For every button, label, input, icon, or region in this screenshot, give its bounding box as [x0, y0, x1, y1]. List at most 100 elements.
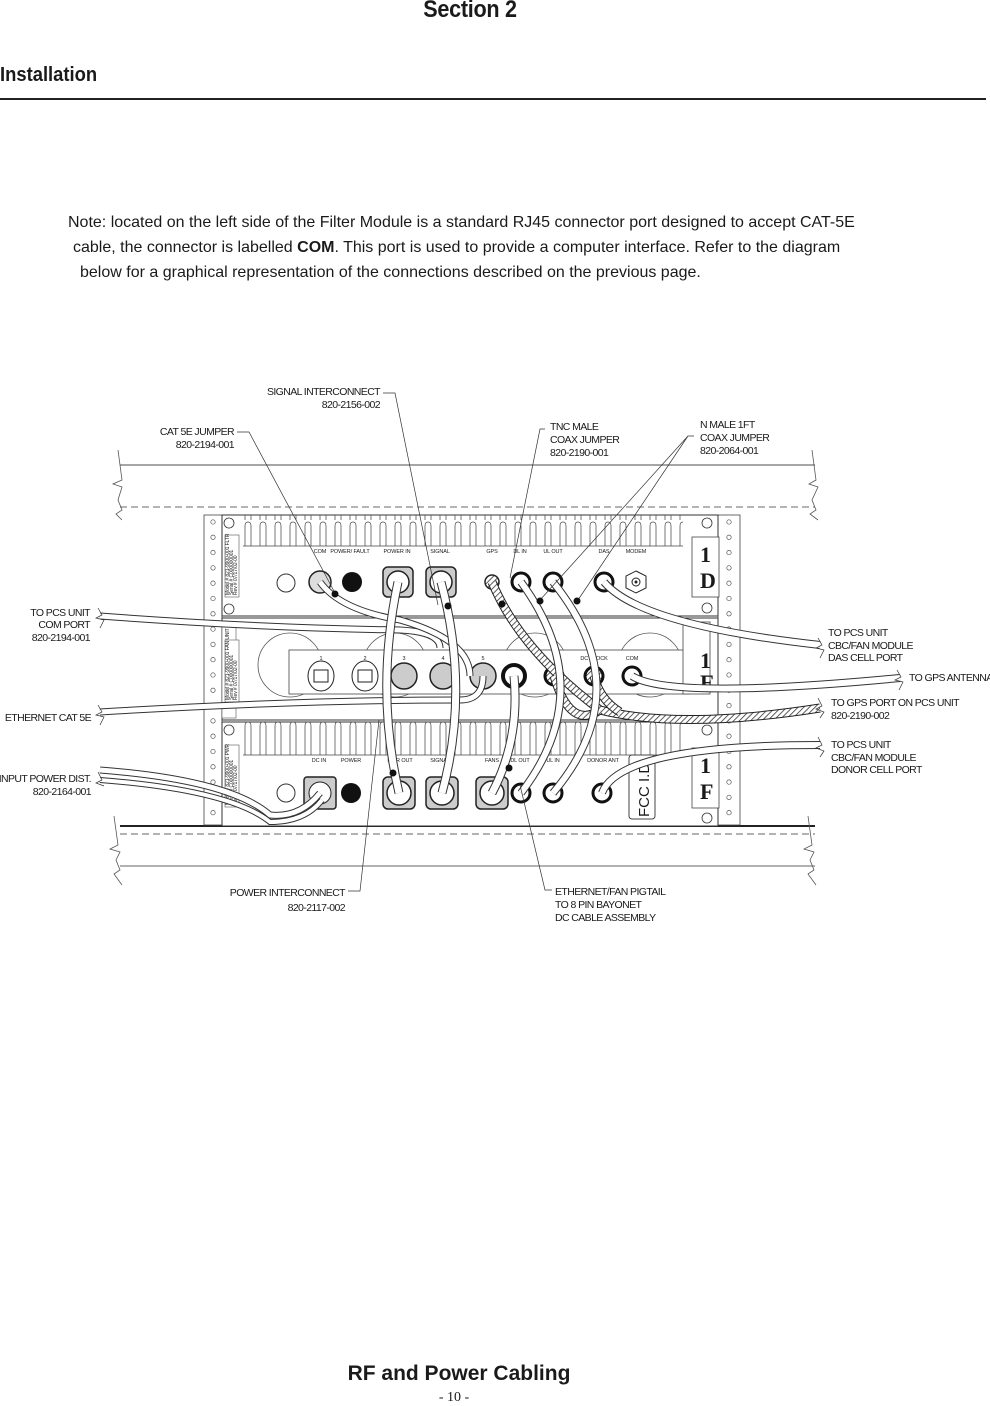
rack-hole — [726, 565, 732, 571]
chapter-title: Installation — [0, 64, 98, 86]
port-label-3: 3 — [403, 656, 406, 662]
svg-text:Rev # 07/17/02-00: Rev # 07/17/02-00 — [233, 660, 239, 700]
module-1d: Model # 821-9900-001 FLTR Serial # C0000… — [221, 514, 720, 617]
rack-hole — [210, 657, 216, 663]
callout-cat5e-jumper-part: 820-2194-001 — [176, 439, 235, 451]
port-label-ul-out: UL OUT — [543, 549, 563, 555]
callout-ethernet: ETHERNET CAT 5E — [5, 712, 92, 724]
power-fault-led — [342, 572, 362, 592]
callout-signal-interconnect-part: 820-2156-002 — [322, 399, 381, 411]
section-title: Section 2 — [423, 0, 517, 23]
port-3-connector — [390, 662, 418, 690]
callout-to-pcs-donor-line3: DONOR CELL PORT — [831, 764, 923, 776]
callout-to-pcs-donor-line2: CBC/FAN MODULE — [831, 752, 917, 764]
port-label-dc-in: DC IN — [312, 758, 327, 764]
callout-tnc-part: 820-2190-001 — [550, 447, 609, 459]
callout-input-power-part: 820-2164-001 — [33, 786, 92, 798]
rack-hole — [210, 534, 216, 540]
callout-to-pcs-com-line2: COM PORT — [38, 619, 91, 631]
callout-pigtail-line1: ETHERNET/FAN PIGTAIL — [555, 886, 666, 898]
note-line-2: cable, the connector is labelled COM. Th… — [68, 235, 963, 260]
port-label-donor-ant: DONOR ANT — [587, 758, 620, 764]
rack-hole — [726, 779, 732, 785]
rack-hole — [726, 519, 732, 525]
port-label-power: POWER — [341, 758, 361, 764]
callout-n-male-line1: N MALE 1FT — [700, 419, 756, 431]
callout-to-gps-port: TO GPS PORT ON PCS UNIT — [831, 697, 960, 709]
callout-cat5e-jumper: CAT 5E JUMPER — [160, 426, 235, 438]
rack-hole — [726, 703, 732, 709]
callout-tnc-line1: TNC MALE — [550, 421, 599, 433]
callout-to-pcs-com-line1: TO PCS UNIT — [30, 607, 91, 619]
rack-hole — [210, 565, 216, 571]
rack-hole — [210, 810, 216, 816]
rack-hole — [210, 672, 216, 678]
cabling-diagram: Model # 821-9900-001 FLTR Serial # C0000… — [0, 386, 990, 924]
rack-hole — [726, 550, 732, 556]
rack-hole — [210, 550, 216, 556]
callout-to-pcs-donor-line1: TO PCS UNIT — [831, 739, 892, 751]
right-rack-ear — [717, 514, 741, 826]
rack-hole — [210, 687, 216, 693]
rack-hole — [210, 718, 216, 724]
callout-power-interconnect: POWER INTERCONNECT — [230, 887, 346, 899]
rack-hole — [726, 641, 732, 647]
callout-signal-interconnect: SIGNAL INTERCONNECT — [267, 386, 381, 398]
left-rack-ear — [203, 514, 223, 826]
rack-hole — [726, 764, 732, 770]
callout-to-pcs-das-line3: DAS CELL PORT — [828, 652, 904, 664]
note-line-1: Note: located on the left side of the Fi… — [68, 214, 855, 231]
com-label-bold: COM — [297, 239, 335, 256]
svg-text:Rev # 07/17/02-00: Rev # 07/17/02-00 — [233, 555, 239, 595]
port-label-power-in: POWER IN — [383, 549, 410, 555]
port-label-5: 5 — [482, 656, 485, 662]
led-indicator — [276, 573, 296, 593]
callout-pigtail-line2: TO 8 PIN BAYONET — [555, 899, 642, 911]
port-label-4: 4 — [442, 656, 445, 662]
rack-hole — [726, 580, 732, 586]
port-label-com-rf: COM — [626, 656, 639, 662]
rack-hole — [210, 595, 216, 602]
module-id-1d-line1: 1 — [700, 542, 711, 567]
rack-hole — [726, 794, 732, 800]
rack-hole — [210, 626, 216, 632]
rack-hole — [210, 764, 216, 770]
page-number: - 10 - — [438, 1390, 470, 1405]
port-label-signal: SIGNAL — [430, 549, 450, 555]
module-id-1d-line2: D — [700, 568, 716, 593]
module-id-1f-line2: F — [700, 779, 713, 804]
rack-hole — [726, 672, 732, 678]
rack-hole — [726, 810, 732, 816]
callout-to-pcs-das-line2: CBC/FAN MODULE — [828, 640, 914, 652]
port-label-dl-out: DL OUT — [510, 758, 530, 764]
note-text: cable, the connector is labelled — [73, 239, 298, 256]
footer-title: RF and Power Cabling — [347, 1362, 571, 1385]
header-rule — [0, 98, 986, 100]
port-label-com: COM — [314, 549, 327, 555]
rack-hole — [210, 580, 216, 586]
power-led — [341, 783, 361, 803]
callout-n-male-part: 820-2064-001 — [700, 445, 759, 457]
note-line-3: below for a graphical representation of … — [80, 264, 701, 281]
rj45-port-1 — [307, 660, 335, 692]
callout-to-gps-port-part: 820-2190-002 — [831, 710, 890, 722]
port-label-fans: FANS — [485, 758, 499, 764]
rack-hole — [726, 534, 732, 540]
rack-hole — [210, 641, 216, 647]
callout-pigtail-line3: DC CABLE ASSEMBLY — [555, 912, 656, 924]
rack-hole — [210, 611, 216, 617]
port-label-das: DAS — [598, 549, 609, 555]
port-label-gps: GPS — [486, 549, 498, 555]
led-indicator — [276, 783, 296, 803]
rack-hole — [210, 733, 216, 739]
rack-hole — [210, 779, 216, 785]
callout-to-gps-antenna: TO GPS ANTENNA — [909, 672, 990, 684]
note-paragraph: Note: located on the left side of the Fi… — [68, 210, 963, 285]
callout-tnc-line2: COAX JUMPER — [550, 434, 620, 446]
rack-hole — [210, 519, 216, 525]
callout-n-male-line2: COAX JUMPER — [700, 432, 770, 444]
rack-hole — [726, 611, 732, 617]
rack-hole — [210, 748, 216, 755]
callout-power-interconnect-part: 820-2117-002 — [288, 902, 346, 914]
port-label-power-fault: POWER/ FAULT — [330, 549, 370, 555]
